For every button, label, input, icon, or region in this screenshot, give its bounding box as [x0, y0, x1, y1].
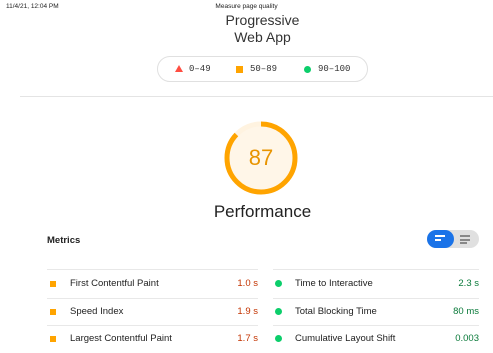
metric-value: 2.3 s — [458, 278, 479, 289]
metric-label: Largest Contentful Paint — [70, 333, 172, 344]
performance-title: Performance — [213, 202, 312, 221]
average-square-icon — [50, 309, 56, 315]
legend-label: 0–49 — [189, 64, 211, 74]
metric-label: Cumulative Layout Shift — [295, 333, 396, 344]
performance-score: 87 — [248, 145, 274, 170]
score-legend: 0–49 50–89 90–100 — [157, 56, 368, 82]
legend-label: 50–89 — [250, 64, 278, 74]
section-divider — [20, 96, 493, 97]
metric-total-blocking-time: Total Blocking Time 80 ms — [275, 298, 479, 326]
metric-first-contentful-paint: First Contentful Paint 1.0 s — [50, 270, 258, 298]
metric-cumulative-layout-shift: Cumulative Layout Shift 0.003 — [275, 325, 479, 353]
metric-label: Time to Interactive — [295, 278, 373, 289]
print-title: Measure page quality — [215, 3, 278, 10]
legend-label: 90–100 — [318, 64, 351, 74]
performance-gauge[interactable]: 87 — [223, 120, 299, 196]
expanded-view-icon[interactable] — [460, 235, 470, 246]
metric-value: 1.9 s — [237, 306, 258, 317]
fail-triangle-icon — [175, 65, 183, 72]
metric-value: 80 ms — [453, 306, 479, 317]
average-square-icon — [50, 281, 56, 287]
metric-label: Total Blocking Time — [295, 306, 377, 317]
pass-circle-icon — [275, 308, 282, 315]
metrics-title: Metrics — [47, 235, 81, 246]
metric-speed-index: Speed Index 1.9 s — [50, 298, 258, 326]
average-square-icon — [50, 336, 56, 342]
pass-circle-icon — [275, 280, 282, 287]
metrics-view-toggle[interactable] — [427, 230, 479, 248]
metric-value: 1.0 s — [237, 278, 258, 289]
metric-value: 0.003 — [455, 333, 479, 344]
metric-label: Speed Index — [70, 306, 124, 317]
average-square-icon — [236, 66, 243, 73]
category-title-line1: Progressive — [225, 12, 300, 28]
metric-time-to-interactive: Time to Interactive 2.3 s — [275, 270, 479, 298]
category-title-line2: Web App — [234, 29, 291, 45]
pass-circle-icon — [275, 335, 282, 342]
metric-value: 1.7 s — [237, 333, 258, 344]
metric-largest-contentful-paint: Largest Contentful Paint 1.7 s — [50, 325, 258, 353]
metric-label: First Contentful Paint — [70, 278, 159, 289]
compact-view-icon[interactable] — [435, 235, 445, 242]
pass-circle-icon — [304, 66, 311, 73]
